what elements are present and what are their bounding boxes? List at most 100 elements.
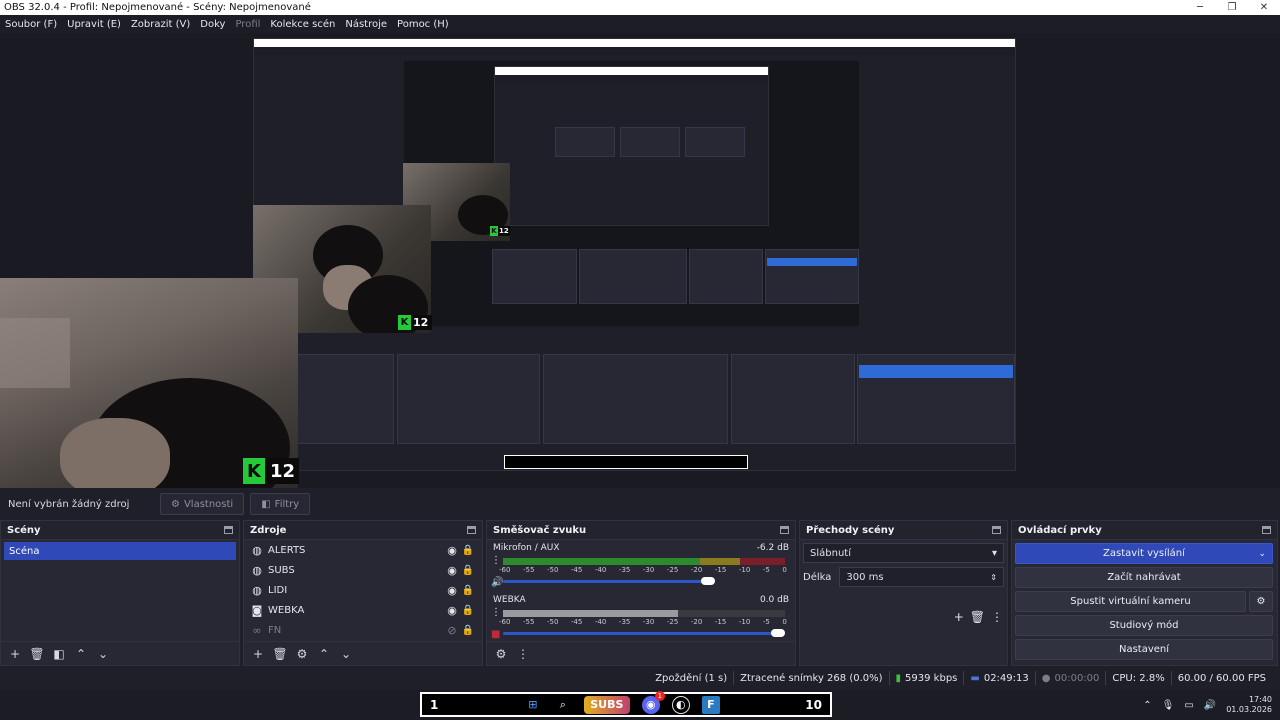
eye-hidden-icon[interactable]: ⊘ bbox=[444, 624, 460, 637]
meter-ticks: -60 -55 -50 -45 -40 -35 -30 -25 -20 -15 -10 -5 0 bbox=[499, 618, 787, 626]
undock-icon[interactable] bbox=[467, 526, 476, 534]
chevron-down-icon[interactable]: ⌄ bbox=[1258, 549, 1266, 559]
caret-down-icon: ▾ bbox=[991, 547, 997, 559]
chevron-up-icon[interactable]: ⌃ bbox=[314, 645, 334, 663]
menu-docks[interactable]: Doky bbox=[195, 19, 230, 30]
display-icon[interactable]: ▭ bbox=[1184, 700, 1193, 711]
status-bar: Zpoždění (1 s) Ztracené snímky 268 (0.0%… bbox=[0, 666, 1280, 690]
menu-bar: Soubor (F) Upravit (E) Zobrazit (V) Doky… bbox=[0, 15, 1280, 33]
kebab-menu-icon[interactable]: ⋮ bbox=[991, 610, 1003, 624]
record-icon: ● bbox=[1041, 672, 1051, 684]
source-row[interactable]: ◍ LIDI ◉ 🔒 bbox=[244, 580, 482, 600]
filter-icon: ◧ bbox=[261, 498, 271, 510]
trash-icon[interactable]: 🗑 bbox=[27, 645, 47, 663]
controls-dock: Ovládací prvky Zastavit vysílání ⌄ Začít… bbox=[1011, 520, 1278, 666]
scene-filters-icon[interactable]: ◧ bbox=[49, 645, 69, 663]
mixer-channel: Mikrofon / AUX -6.2 dB ⋮ -60 -55 -50 -45 -40… bbox=[487, 540, 795, 592]
virtual-camera-settings-button[interactable]: ⚙ bbox=[1249, 591, 1273, 612]
filters-button[interactable]: ◧ Filtry bbox=[250, 493, 311, 515]
add-source-icon[interactable]: + bbox=[248, 645, 268, 663]
lock-icon[interactable]: 🔒 bbox=[460, 565, 476, 576]
kebab-menu-icon[interactable]: ⋮ bbox=[513, 645, 533, 663]
discord-icon[interactable]: ◉ 1 bbox=[641, 690, 665, 714]
eye-icon[interactable]: ◉ bbox=[444, 604, 460, 617]
undock-icon[interactable] bbox=[1262, 526, 1271, 534]
windows-start-icon[interactable]: ⊞ bbox=[524, 696, 542, 714]
menu-view[interactable]: Zobrazit (V) bbox=[126, 19, 195, 30]
eye-icon[interactable]: ◉ bbox=[444, 564, 460, 577]
maximize-button[interactable]: ❐ bbox=[1216, 0, 1248, 15]
close-button[interactable]: ✕ bbox=[1248, 0, 1280, 15]
transition-select[interactable]: Slábnutí ▾ bbox=[803, 543, 1004, 563]
undock-icon[interactable] bbox=[780, 526, 789, 534]
record-time-status: ● 00:00:00 bbox=[1041, 672, 1100, 684]
minimize-button[interactable]: ─ bbox=[1184, 0, 1216, 15]
gear-icon[interactable]: ⚙ bbox=[292, 645, 312, 663]
channel-db: -6.2 dB bbox=[756, 543, 789, 553]
chevron-down-icon[interactable]: ⌄ bbox=[93, 645, 113, 663]
chevron-up-icon[interactable]: ⌃ bbox=[1143, 700, 1151, 711]
mixer-title: Směšovač zvuku bbox=[493, 524, 587, 536]
gear-icon: ⚙ bbox=[171, 498, 180, 510]
undock-icon[interactable] bbox=[992, 526, 1001, 534]
add-scene-icon[interactable]: + bbox=[5, 645, 25, 663]
lock-icon[interactable]: 🔒 bbox=[460, 585, 476, 596]
duration-spinbox[interactable]: 300 ms ⇕ bbox=[839, 567, 1004, 587]
taskbar-left-number: 1 bbox=[430, 697, 439, 712]
kebab-menu-icon[interactable]: ⋮ bbox=[491, 555, 501, 566]
settings-button[interactable]: Nastavení bbox=[1015, 639, 1273, 660]
meter-ticks: -60 -55 -50 -45 -40 -35 -30 -25 -20 -15 -10 -5 0 bbox=[499, 566, 787, 574]
obs-icon[interactable]: ◐ bbox=[671, 695, 690, 714]
studio-mode-button[interactable]: Studiový mód bbox=[1015, 615, 1273, 636]
stop-stream-button[interactable]: Zastavit vysílání ⌄ bbox=[1015, 543, 1273, 564]
search-icon[interactable]: ⌕ bbox=[554, 696, 572, 714]
source-row[interactable]: ◍ ALERTS ◉ 🔒 bbox=[244, 540, 482, 560]
subs-app-icon[interactable]: SUBS bbox=[583, 695, 630, 714]
menu-file[interactable]: Soubor (F) bbox=[0, 19, 62, 30]
lock-icon[interactable]: 🔒 bbox=[460, 625, 476, 636]
volume-slider[interactable] bbox=[503, 577, 715, 585]
preview-canvas[interactable]: K 12 K 12 K 12 bbox=[0, 33, 1280, 488]
eye-icon[interactable]: ◉ bbox=[444, 544, 460, 557]
app-f-icon[interactable]: F bbox=[701, 695, 720, 714]
source-row[interactable]: ∞ FN ⊘ 🔒 bbox=[244, 620, 482, 640]
channel-db: 0.0 dB bbox=[759, 595, 789, 605]
start-recording-button[interactable]: Začít nahrávat bbox=[1015, 567, 1273, 588]
system-tray: ⌃ 🎙 ▭ 🔊 17:40 01.03.2026 bbox=[1143, 690, 1272, 720]
volume-icon[interactable]: 🔊 bbox=[1204, 700, 1216, 711]
properties-button[interactable]: ⚙ Vlastnosti bbox=[160, 493, 245, 515]
eye-icon[interactable]: ◉ bbox=[444, 584, 460, 597]
menu-edit[interactable]: Upravit (E) bbox=[62, 19, 126, 30]
audio-settings-icon[interactable]: ⚙ bbox=[491, 645, 511, 663]
viewer-badge-large: K 12 bbox=[243, 458, 299, 484]
lock-icon[interactable]: 🔒 bbox=[460, 605, 476, 616]
kebab-menu-icon[interactable]: ⋮ bbox=[491, 607, 501, 618]
volume-slider[interactable] bbox=[503, 629, 785, 637]
delay-status: Zpoždění (1 s) bbox=[655, 672, 728, 684]
spin-arrows-icon[interactable]: ⇕ bbox=[990, 573, 997, 582]
trash-icon[interactable]: 🗑 bbox=[270, 645, 290, 663]
lock-icon[interactable]: 🔒 bbox=[460, 545, 476, 556]
add-transition-icon[interactable]: + bbox=[954, 610, 964, 624]
virtual-camera-button[interactable]: Spustit virtuální kameru bbox=[1015, 591, 1246, 612]
sources-title: Zdroje bbox=[250, 524, 287, 536]
clock[interactable]: 17:40 01.03.2026 bbox=[1226, 695, 1272, 715]
source-row[interactable]: ◙ WEBKA ◉ 🔒 bbox=[244, 600, 482, 620]
source-row[interactable]: ◍ SUBS ◉ 🔒 bbox=[244, 560, 482, 580]
scene-item[interactable]: Scéna bbox=[4, 542, 236, 560]
controls-title: Ovládací prvky bbox=[1018, 524, 1102, 536]
speaker-icon[interactable]: 🔊 bbox=[491, 577, 503, 588]
muted-speaker-icon[interactable]: ■ bbox=[491, 629, 500, 640]
microphone-icon[interactable]: 🎙 bbox=[1162, 700, 1175, 711]
signal-icon: ▮ bbox=[895, 672, 902, 684]
chevron-up-icon[interactable]: ⌃ bbox=[71, 645, 91, 663]
trash-icon[interactable]: 🗑 bbox=[970, 610, 985, 624]
menu-help[interactable]: Pomoc (H) bbox=[392, 19, 454, 30]
menu-scene-collection[interactable]: Kolekce scén bbox=[265, 19, 340, 30]
menu-tools[interactable]: Nástroje bbox=[340, 19, 392, 30]
chevron-down-icon[interactable]: ⌄ bbox=[336, 645, 356, 663]
duration-label: Délka bbox=[803, 571, 832, 583]
undock-icon[interactable] bbox=[224, 526, 233, 534]
sources-dock: Zdroje ◍ ALERTS ◉ 🔒 ◍ SUBS ◉ 🔒 ◍ LIDI ◉ … bbox=[243, 520, 483, 666]
menu-profile[interactable]: Profil bbox=[230, 19, 265, 30]
